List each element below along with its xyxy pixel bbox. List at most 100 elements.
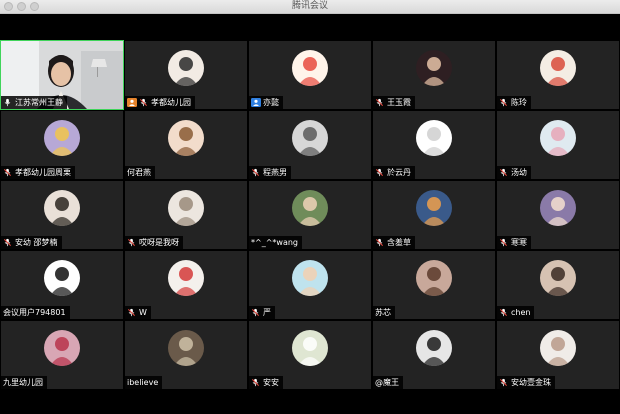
mic-muted-icon <box>375 98 384 107</box>
avatar-image <box>168 50 204 86</box>
avatar-image <box>292 260 328 296</box>
avatar <box>292 50 328 86</box>
participant-tile[interactable]: 苏芯 <box>372 250 496 320</box>
avatar <box>292 120 328 156</box>
avatar <box>292 190 328 226</box>
participant-nameplate: 亦懿 <box>249 96 283 109</box>
avatar-image <box>168 330 204 366</box>
avatar <box>292 330 328 366</box>
mic-muted-icon <box>127 308 136 317</box>
participant-name: 寒寒 <box>511 238 527 247</box>
participant-nameplate: @魔王 <box>373 376 403 389</box>
participant-tile[interactable]: 何君燕 <box>124 110 248 180</box>
participant-name: 程燕男 <box>263 168 287 177</box>
mic-muted-icon <box>3 168 12 177</box>
participant-name: 王玉霞 <box>387 98 411 107</box>
participant-nameplate: 哎呀是我呀 <box>125 236 183 249</box>
mic-muted-icon <box>499 378 508 387</box>
avatar <box>44 190 80 226</box>
participant-tile[interactable]: 汤幼 <box>496 110 620 180</box>
participant-nameplate: 九里幼儿园 <box>1 376 47 389</box>
participant-nameplate: 王玉霞 <box>373 96 415 109</box>
participant-tile[interactable]: 严 <box>248 250 372 320</box>
avatar <box>540 190 576 226</box>
participant-tile[interactable]: 亦懿 <box>248 40 372 110</box>
participant-nameplate: 寒寒 <box>497 236 531 249</box>
participant-nameplate: 孝都幼儿园周栗 <box>1 166 75 179</box>
mic-muted-icon <box>499 168 508 177</box>
avatar-image <box>416 260 452 296</box>
participant-nameplate: *^_^*wang <box>249 236 302 249</box>
avatar-image <box>416 330 452 366</box>
participant-name: W <box>139 308 147 317</box>
mic-muted-icon <box>251 168 260 177</box>
participant-nameplate: 陈玲 <box>497 96 531 109</box>
participant-tile[interactable]: 九里幼儿园 <box>0 320 124 390</box>
participant-name: 孝都幼儿园周栗 <box>15 168 71 177</box>
avatar <box>168 50 204 86</box>
avatar-image <box>540 190 576 226</box>
participant-nameplate: 孝都幼儿园 <box>125 96 195 109</box>
participant-tile[interactable]: 孝都幼儿园 <box>124 40 248 110</box>
avatar-image <box>168 120 204 156</box>
participant-tile[interactable]: 寒寒 <box>496 180 620 250</box>
participant-nameplate: 严 <box>249 306 275 319</box>
participant-tile[interactable]: 於云丹 <box>372 110 496 180</box>
mic-muted-icon <box>127 238 136 247</box>
participant-name: 於云丹 <box>387 168 411 177</box>
participant-name: 安幼壹金珠 <box>511 378 551 387</box>
avatar <box>168 190 204 226</box>
participant-tile[interactable]: 孝都幼儿园周栗 <box>0 110 124 180</box>
participant-tile[interactable]: ibelieve <box>124 320 248 390</box>
participant-tile[interactable]: 江苏常州王静 <box>0 40 124 110</box>
mic-muted-icon <box>375 168 384 177</box>
participant-name: 江苏常州王静 <box>15 98 63 107</box>
participant-nameplate: ibelieve <box>125 376 163 389</box>
participant-name: 苏芯 <box>375 308 391 317</box>
participant-nameplate: W <box>125 306 151 319</box>
participant-name: 孝都幼儿园 <box>151 98 191 107</box>
participant-nameplate: 含羞草 <box>373 236 415 249</box>
participant-nameplate: 苏芯 <box>373 306 395 319</box>
participant-gallery: 江苏常州王静 孝都幼儿园 亦懿 王玉霞 陈玲孝都幼儿园周栗 何君燕 程燕男 於云丹 汤幼安幼 邵… <box>0 40 620 390</box>
participant-name: 亦懿 <box>263 98 279 107</box>
participant-name: 陈玲 <box>511 98 527 107</box>
avatar <box>540 120 576 156</box>
avatar-image <box>416 190 452 226</box>
participant-tile[interactable]: 陈玲 <box>496 40 620 110</box>
avatar-image <box>44 190 80 226</box>
participant-nameplate: chen <box>497 306 535 319</box>
avatar-image <box>168 260 204 296</box>
avatar-image <box>292 330 328 366</box>
mic-muted-icon <box>375 238 384 247</box>
participant-tile[interactable]: 安安 <box>248 320 372 390</box>
participant-tile[interactable]: 王玉霞 <box>372 40 496 110</box>
participant-tile[interactable]: *^_^*wang <box>248 180 372 250</box>
avatar-image <box>540 260 576 296</box>
participant-tile[interactable]: W <box>124 250 248 320</box>
participant-tile[interactable]: 安幼壹金珠 <box>496 320 620 390</box>
participant-tile[interactable]: 含羞草 <box>372 180 496 250</box>
participant-tile[interactable]: 安幼 邵梦楠 <box>0 180 124 250</box>
participant-tile[interactable]: chen <box>496 250 620 320</box>
mic-muted-icon <box>499 308 508 317</box>
avatar <box>416 50 452 86</box>
avatar <box>416 260 452 296</box>
participant-name: 严 <box>263 308 271 317</box>
participant-tile[interactable]: @魔王 <box>372 320 496 390</box>
avatar <box>44 120 80 156</box>
avatar <box>416 190 452 226</box>
avatar-image <box>292 50 328 86</box>
avatar-image <box>292 120 328 156</box>
participant-name: 哎呀是我呀 <box>139 238 179 247</box>
participant-nameplate: 於云丹 <box>373 166 415 179</box>
participant-tile[interactable]: 会议用户794801 <box>0 250 124 320</box>
participant-name: *^_^*wang <box>251 238 298 247</box>
meeting-window: 腾讯会议 江苏常州王静 孝都幼儿园 亦懿 王玉霞 陈玲 孝都幼儿园周栗 何君燕 程燕男 於云丹 汤… <box>0 0 620 414</box>
participant-name: 会议用户794801 <box>3 308 66 317</box>
participant-tile[interactable]: 哎呀是我呀 <box>124 180 248 250</box>
avatar-image <box>416 120 452 156</box>
participant-tile[interactable]: 程燕男 <box>248 110 372 180</box>
avatar <box>44 260 80 296</box>
avatar-image <box>416 50 452 86</box>
